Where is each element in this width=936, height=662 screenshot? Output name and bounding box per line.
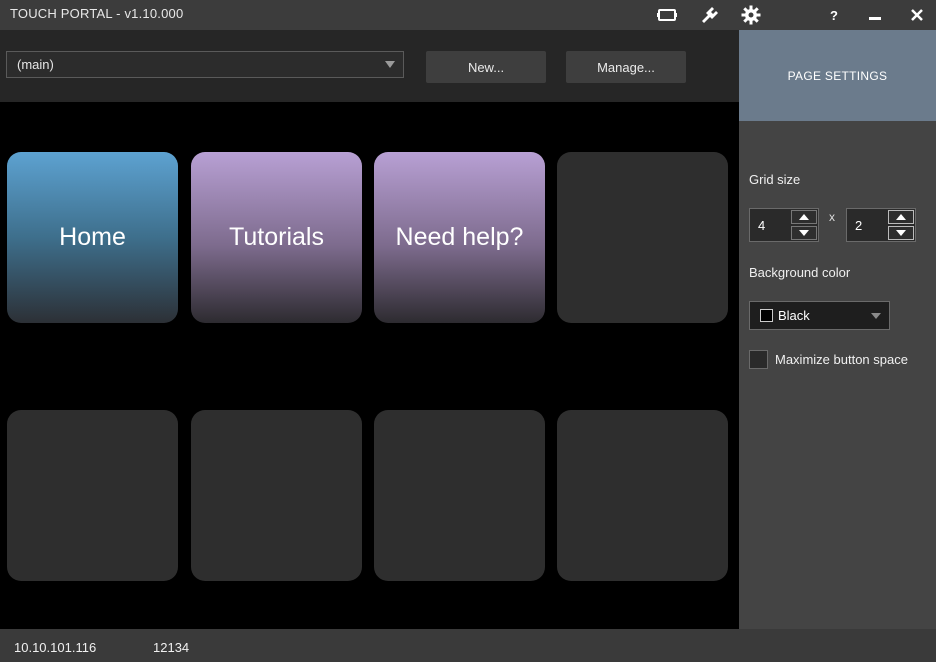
color-swatch [760,309,773,322]
grid-button-label: Home [59,223,126,251]
device-icon[interactable] [656,4,678,26]
grid-columns-value: 4 [758,218,766,233]
new-page-button[interactable]: New... [426,51,546,83]
decrement-button[interactable] [888,226,914,240]
page-select[interactable]: (main) [6,51,404,78]
page-toolbar: (main) New... Manage... [0,30,739,102]
grid-button-empty[interactable] [374,410,545,581]
grid-size-label: Grid size [749,172,801,187]
maximize-button-space-checkbox[interactable] [749,350,768,369]
chevron-down-icon [385,61,395,68]
grid-button-empty[interactable] [7,410,178,581]
grid-button-need-help[interactable]: Need help? [374,152,545,323]
gear-icon[interactable] [740,4,762,26]
background-color-select[interactable]: Black [749,301,890,330]
arrow-up-icon [896,214,906,220]
arrow-down-icon [799,230,809,236]
arrow-up-icon [799,214,809,220]
maximize-button-space-label[interactable]: Maximize button space [775,352,908,367]
window-title: TOUCH PORTAL - v1.10.000 [10,6,184,21]
grid-button-tutorials[interactable]: Tutorials [191,152,362,323]
background-color-value: Black [778,308,810,323]
status-bar: 10.10.101.116 12134 [0,629,936,662]
grid-columns-stepper[interactable]: 4 [749,208,819,242]
minimize-icon[interactable] [864,4,886,26]
page-select-value: (main) [17,57,54,72]
decrement-button[interactable] [791,226,817,240]
grid-button-label: Need help? [395,223,524,251]
manage-pages-button[interactable]: Manage... [566,51,686,83]
page-settings-panel: PAGE SETTINGS Grid size 4 x 2 Background… [739,30,936,629]
app-window: TOUCH PORTAL - v1.10.000 ? (main) New...… [0,0,936,662]
arrow-down-icon [896,230,906,236]
grid-button-home[interactable]: Home [7,152,178,323]
increment-button[interactable] [888,210,914,224]
grid-size-separator: x [829,210,835,224]
background-color-label: Background color [749,265,851,280]
button-grid: Home Tutorials Need help? [0,102,739,629]
grid-button-empty[interactable] [557,152,728,323]
help-icon[interactable]: ? [823,4,845,26]
grid-rows-value: 2 [855,218,863,233]
grid-button-label: Tutorials [229,223,324,251]
close-icon[interactable] [906,4,928,26]
plug-icon[interactable] [699,4,721,26]
grid-button-empty[interactable] [191,410,362,581]
page-settings-header: PAGE SETTINGS [739,30,936,121]
ip-address: 10.10.101.116 [14,640,97,655]
increment-button[interactable] [791,210,817,224]
port-number: 12134 [153,640,190,655]
chevron-down-icon [871,313,881,319]
title-bar[interactable]: TOUCH PORTAL - v1.10.000 ? [0,0,936,30]
grid-button-empty[interactable] [557,410,728,581]
grid-rows-stepper[interactable]: 2 [846,208,916,242]
